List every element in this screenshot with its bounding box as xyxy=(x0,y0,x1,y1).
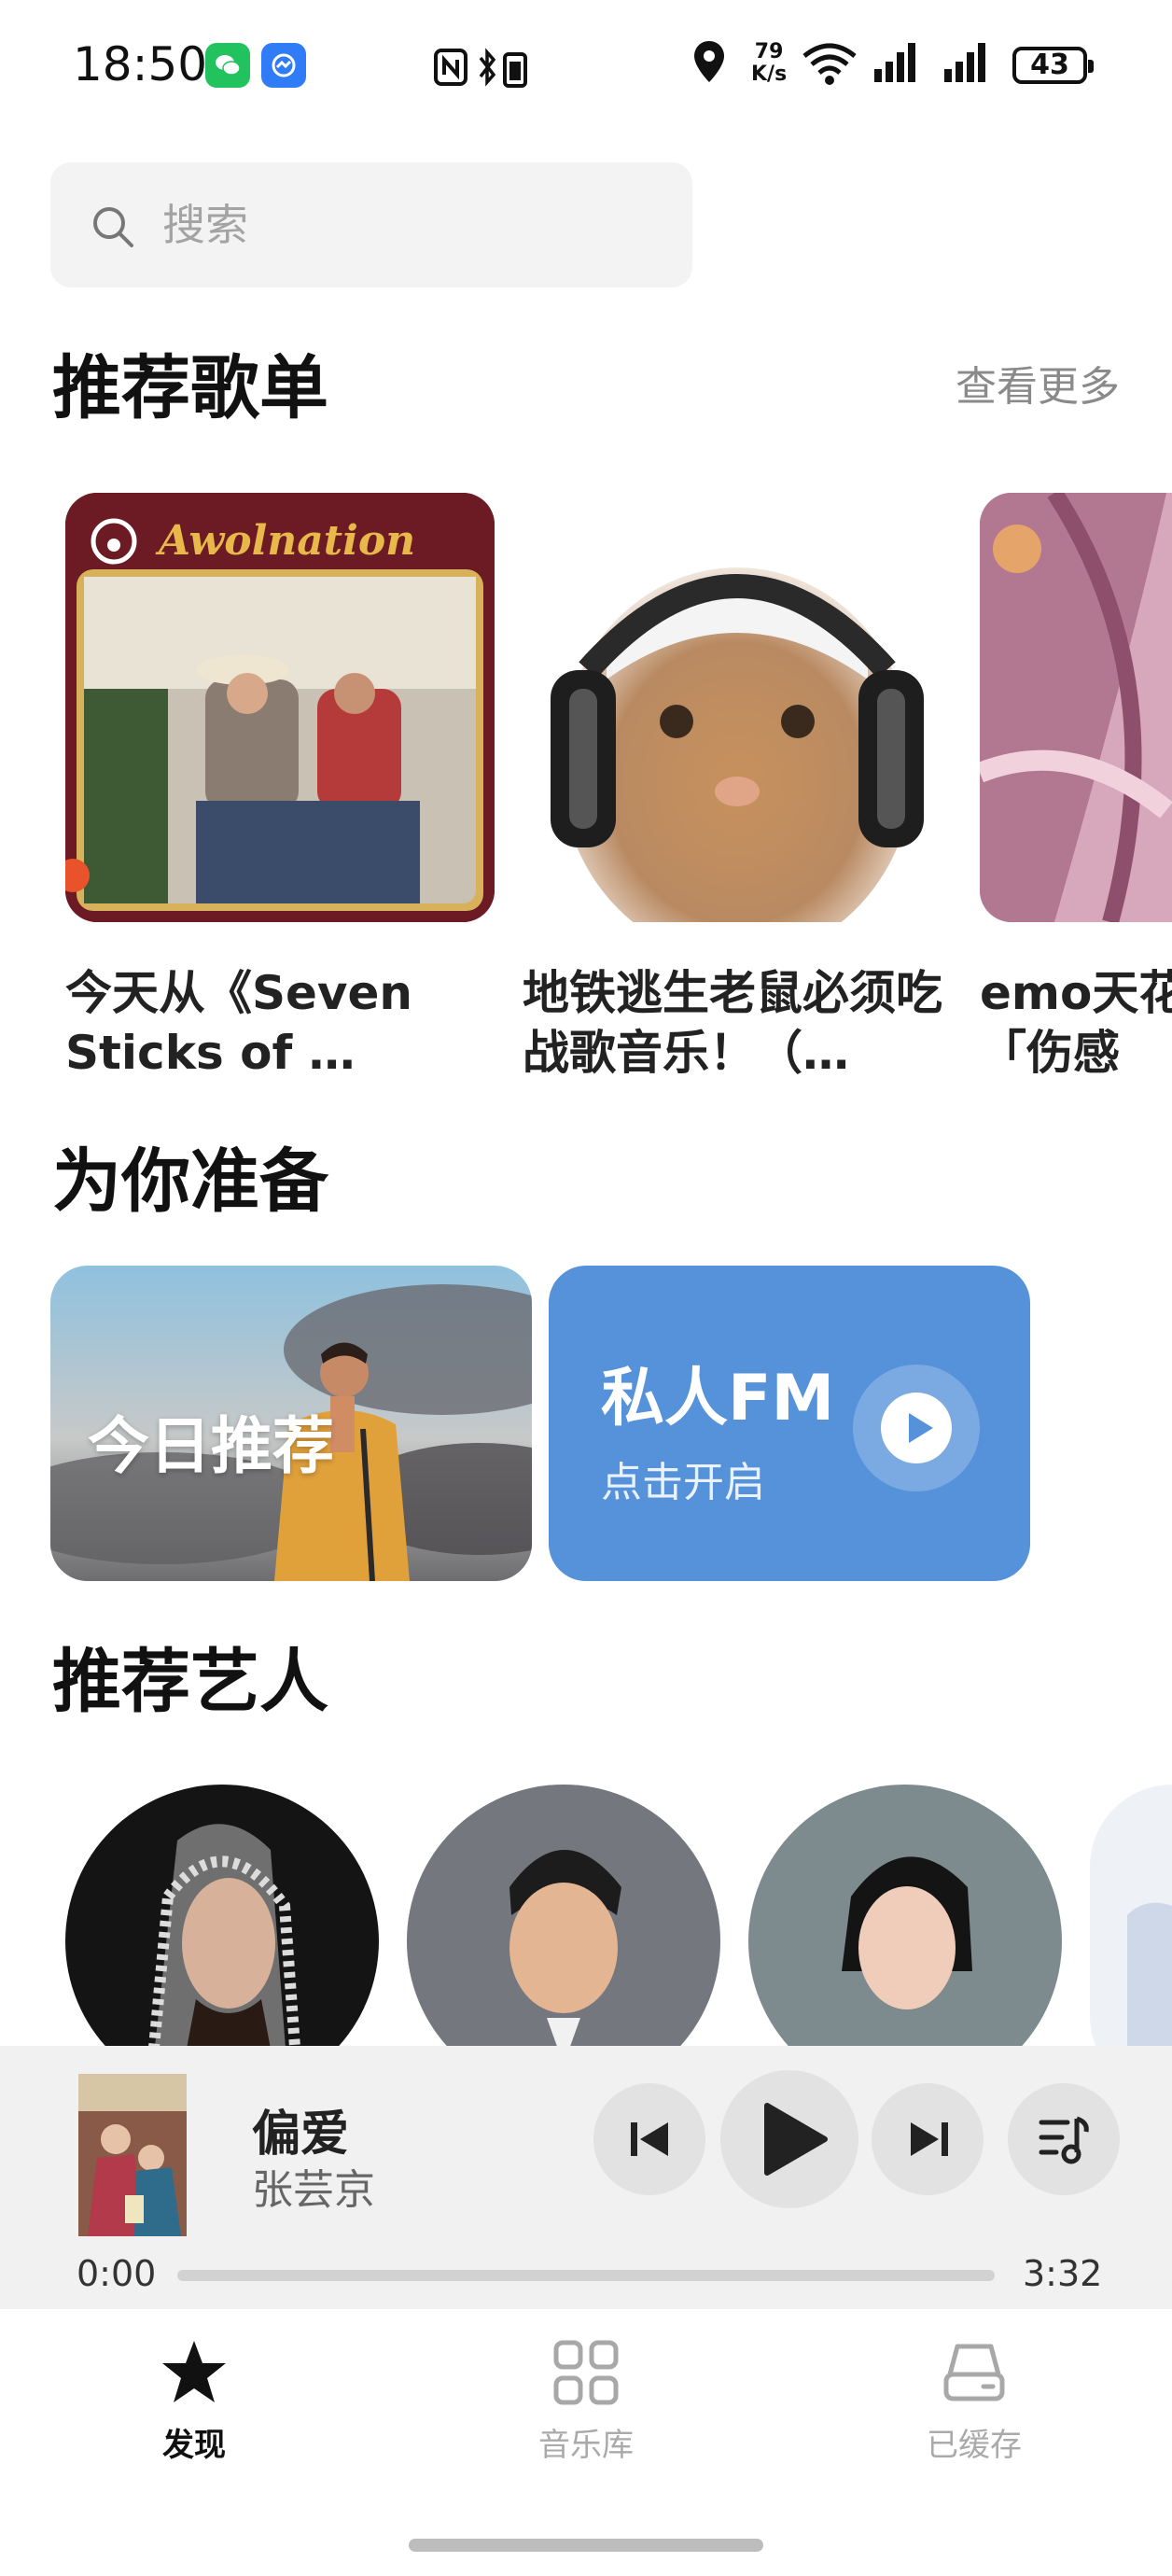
network-speed: 79 K/s xyxy=(751,41,787,86)
prepared-section-title: 为你准备 xyxy=(52,1141,328,1222)
artists-section-title: 推荐艺人 xyxy=(52,1642,328,1722)
playlist-card[interactable]: Awolnation 今天从《Seven Sticks of … xyxy=(65,493,495,1083)
play-icon xyxy=(764,2103,828,2176)
mini-player[interactable]: 偏爱 张芸京 0:00 3:32 xyxy=(0,2046,1172,2309)
queue-icon xyxy=(1039,2116,1089,2164)
location-icon xyxy=(691,37,728,90)
search-input[interactable] xyxy=(162,190,648,259)
playlist-title: 地铁逃生老鼠必须吃战歌音乐！（… xyxy=(523,966,942,1080)
track-duration: 3:32 xyxy=(1023,2253,1103,2294)
bottom-nav: 发现 音乐库 已缓存 xyxy=(0,2309,1172,2576)
grid-icon xyxy=(553,2340,619,2405)
wechat-icon xyxy=(205,43,250,88)
search-icon xyxy=(93,207,133,247)
daily-recommend-label: 今日推荐 xyxy=(88,1410,334,1482)
playlist-cover-logo: Awolnation xyxy=(155,517,415,565)
wifi-icon xyxy=(799,37,860,90)
nav-library[interactable]: 音乐库 xyxy=(474,2337,698,2465)
fm-play-button[interactable] xyxy=(853,1365,980,1491)
storage-icon xyxy=(943,2344,1005,2401)
status-time: 18:50 xyxy=(73,37,208,91)
personal-fm-card[interactable]: 私人FM 点击开启 xyxy=(549,1266,1030,1581)
music-app-screen: 18:50 79 K/s 43 搜索 推荐歌单 查看更多 Awolnation … xyxy=(0,0,1172,2576)
nav-discover[interactable]: 发现 xyxy=(82,2337,306,2465)
network-speed-value: 79 xyxy=(754,40,784,63)
playlist-cover xyxy=(523,493,952,922)
next-icon xyxy=(911,2122,948,2156)
signal-icon-2 xyxy=(942,37,995,90)
nfc-bluetooth-icons xyxy=(434,47,537,91)
see-more-link[interactable]: 查看更多 xyxy=(956,353,1120,413)
playlist-queue-button[interactable] xyxy=(1008,2083,1120,2195)
search-bar[interactable] xyxy=(50,162,692,287)
playlist-card[interactable]: emo天花板系列「伤感 xyxy=(980,493,1172,1083)
playlists-section-title: 推荐歌单 xyxy=(52,348,328,428)
nav-cached-label: 已缓存 xyxy=(927,2427,1022,2464)
playlist-card[interactable]: 地铁逃生老鼠必须吃战歌音乐！（… xyxy=(523,493,952,1083)
progress-bar[interactable] xyxy=(177,2270,995,2281)
daily-recommend-card[interactable]: 今日推荐 xyxy=(50,1266,532,1581)
personal-fm-subtitle: 点击开启 xyxy=(601,1459,765,1506)
previous-icon xyxy=(631,2122,668,2156)
battery-indicator: 43 xyxy=(1012,47,1094,84)
messenger-icon xyxy=(261,43,306,88)
playback-position: 0:00 xyxy=(77,2253,157,2294)
previous-button[interactable] xyxy=(593,2083,705,2195)
nav-library-label: 音乐库 xyxy=(538,2427,634,2464)
now-playing-artist: 张芸京 xyxy=(252,2166,375,2214)
network-speed-unit: K/s xyxy=(751,63,788,86)
now-playing-cover xyxy=(78,2074,187,2236)
status-bar: 18:50 79 K/s 43 xyxy=(0,0,1172,131)
nav-cached[interactable]: 已缓存 xyxy=(862,2337,1086,2465)
star-icon xyxy=(162,2341,226,2402)
play-button[interactable] xyxy=(720,2070,858,2208)
signal-icon-1 xyxy=(872,37,925,90)
home-indicator[interactable] xyxy=(409,2539,763,2552)
play-icon xyxy=(881,1393,952,1463)
playlist-cover: Awolnation xyxy=(65,493,495,922)
next-button[interactable] xyxy=(872,2083,984,2195)
personal-fm-title: 私人FM xyxy=(601,1362,835,1435)
playlist-title: emo天花板系列「伤感 xyxy=(980,966,1172,1080)
now-playing-title: 偏爱 xyxy=(252,2107,350,2163)
nav-discover-label: 发现 xyxy=(162,2427,226,2464)
playlist-cover xyxy=(980,493,1172,922)
playlist-title: 今天从《Seven Sticks of … xyxy=(65,966,413,1080)
